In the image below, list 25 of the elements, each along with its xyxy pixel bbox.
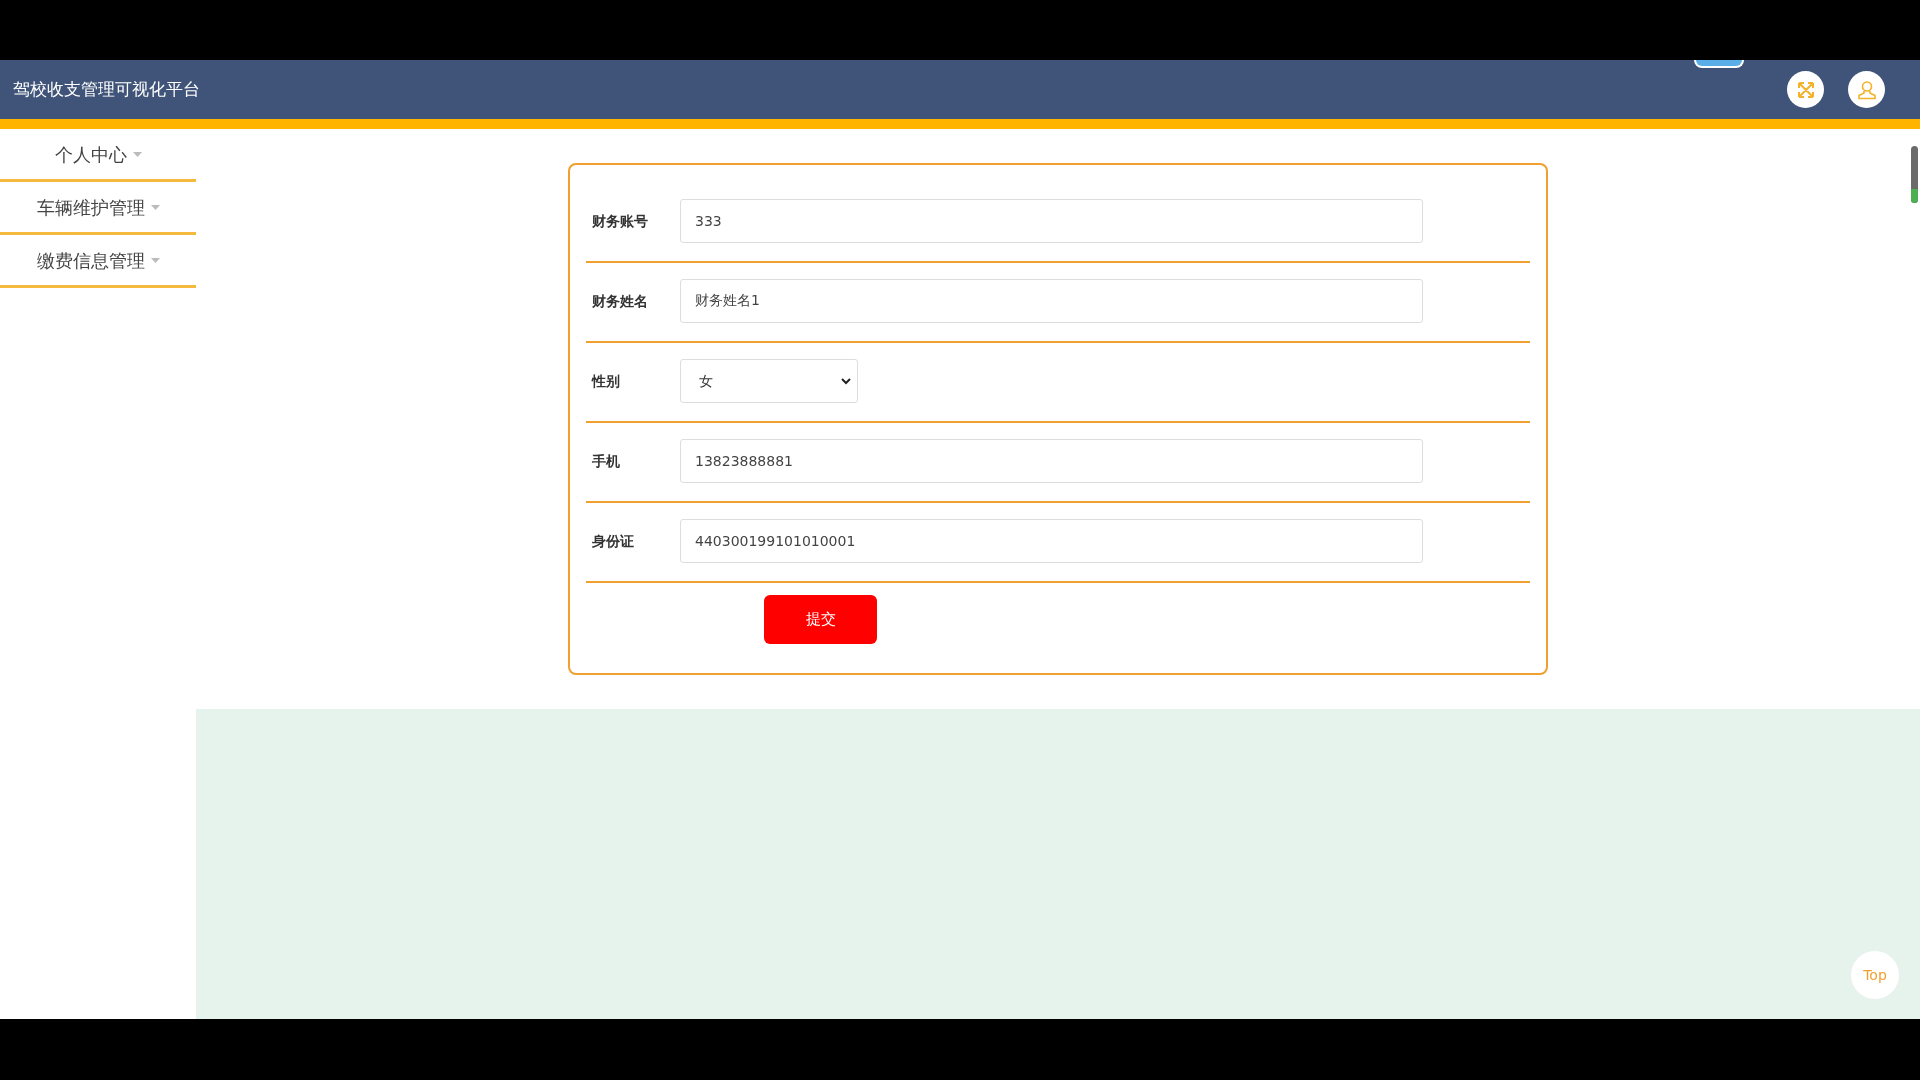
fullscreen-button[interactable] (1787, 71, 1824, 108)
field-label: 财务姓名 (591, 291, 649, 311)
field-label: 财务账号 (591, 211, 649, 231)
field-label: 身份证 (591, 531, 635, 551)
caret-icon (150, 257, 160, 263)
gender-select[interactable]: 女 (680, 359, 858, 403)
scrollbar (1911, 146, 1918, 203)
sidebar-menu-item[interactable]: 车辆维护管理 (0, 182, 196, 235)
user-button[interactable] (1848, 71, 1885, 108)
input-field[interactable]: 13823888881 (680, 439, 1423, 483)
input-field[interactable]: 440300199101010001 (680, 519, 1423, 563)
caret-icon (132, 151, 142, 157)
sidebar-menu-item[interactable]: 缴费信息管理 (0, 235, 196, 288)
user-icon (1856, 79, 1877, 100)
input-field[interactable]: 333 (680, 199, 1423, 243)
platform-title: 驾校收支管理可视化平台 (13, 77, 200, 101)
caret-icon (150, 204, 160, 210)
field-label: 手机 (591, 451, 621, 471)
field-label: 性别 (590, 371, 621, 391)
expand-arrows-icon (1796, 80, 1815, 99)
input-field[interactable]: 财务姓名1 (680, 279, 1423, 323)
sidebar-menu-item[interactable]: 个人中心 (0, 129, 196, 182)
submit-button[interactable]: 提交 (764, 595, 877, 644)
circle-graphic (1694, 60, 1744, 68)
chevron-down-icon (841, 377, 851, 385)
